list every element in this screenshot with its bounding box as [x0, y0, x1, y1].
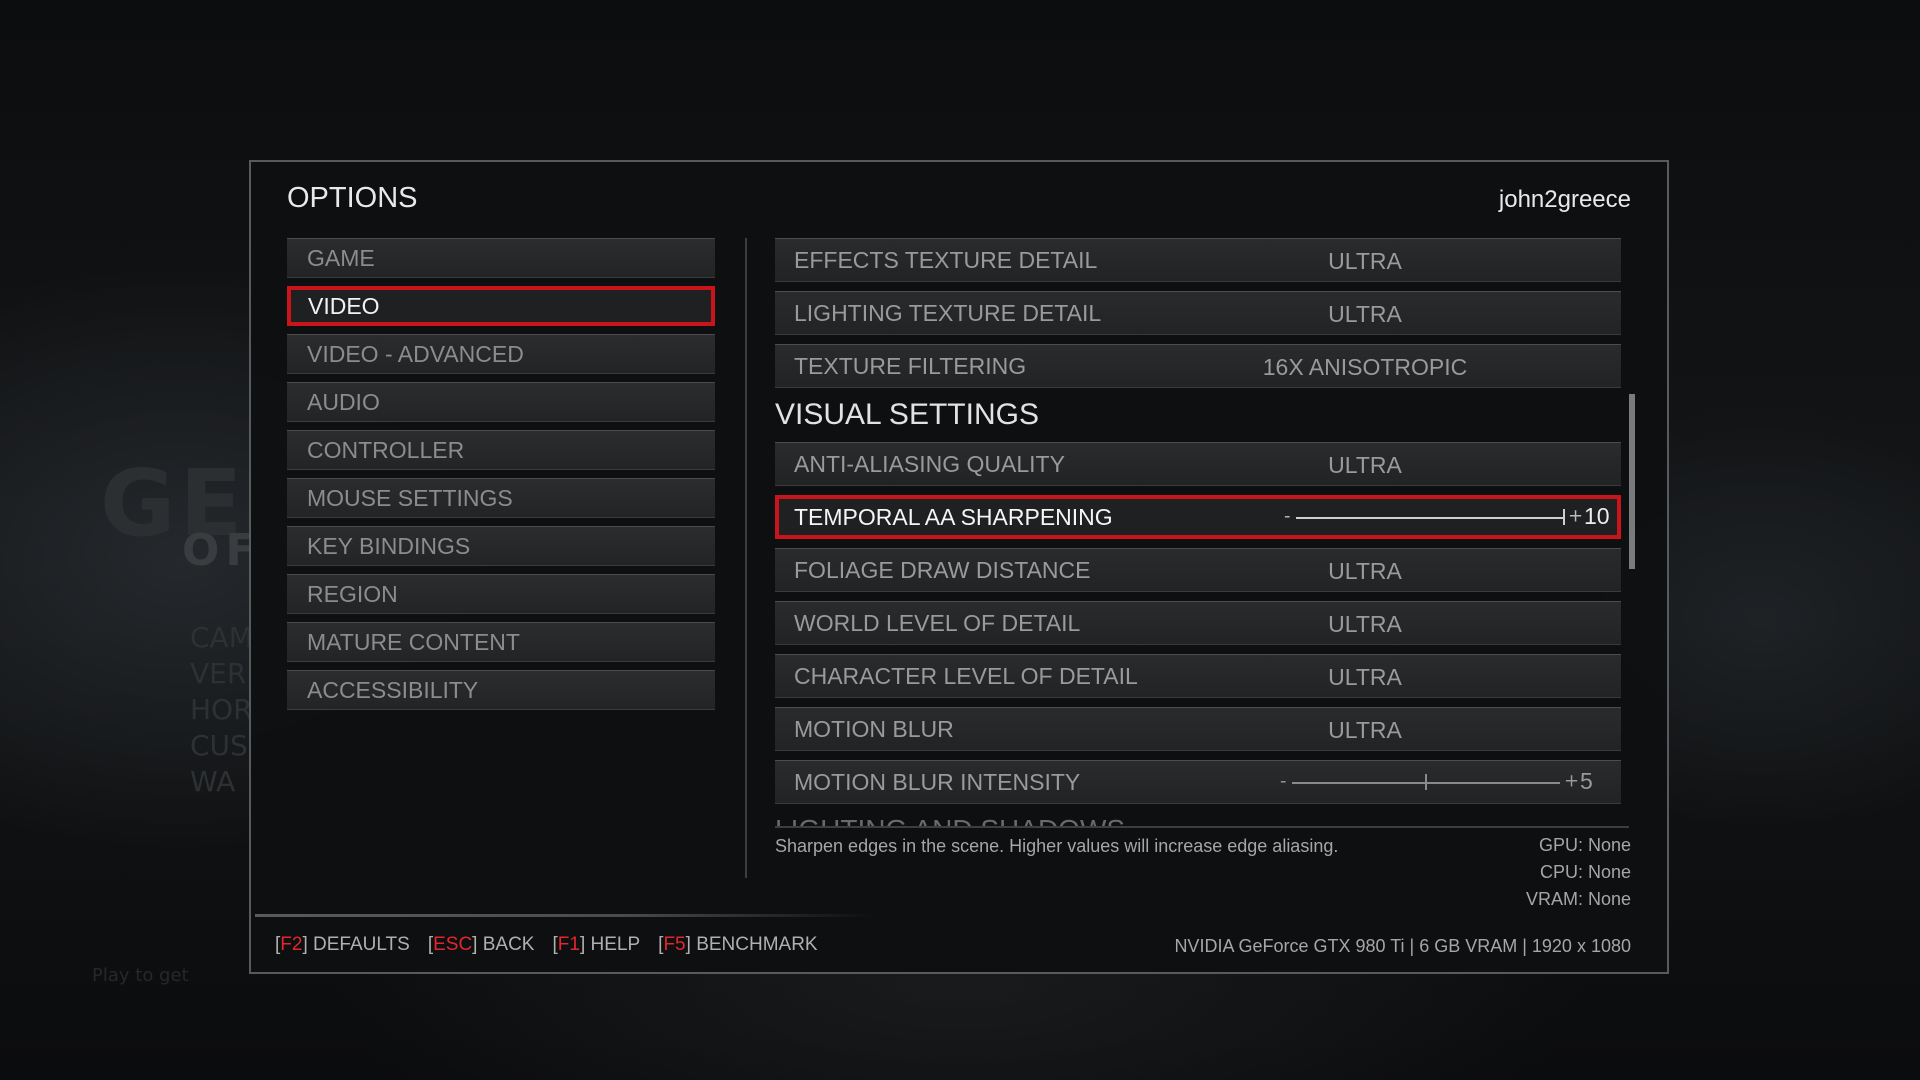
setting-label: CHARACTER LEVEL OF DETAIL	[794, 663, 1138, 689]
settings-list: VISUAL SETTINGS LIGHTING AND SHADOWS EFF…	[775, 238, 1623, 828]
setting-label: LIGHTING TEXTURE DETAIL	[794, 300, 1102, 326]
vertical-divider	[745, 238, 747, 878]
category-game[interactable]: GAME	[287, 238, 715, 278]
hotkey-label: BACK	[482, 934, 535, 955]
hotkey-defaults[interactable]: [F2] DEFAULTS	[275, 934, 410, 956]
setting-row-world-level-of-detail[interactable]: WORLD LEVEL OF DETAIL ULTRA	[775, 601, 1621, 645]
gpu-usage: GPU: None	[1538, 835, 1631, 855]
background-menu: CAM VER HOR CUS WA	[190, 621, 253, 798]
slider-value: 10	[1584, 502, 1610, 529]
bracket-close: ]	[302, 934, 308, 955]
setting-description: Sharpen edges in the scene. Higher value…	[775, 836, 1339, 856]
background-footer-text: Play to get	[92, 965, 189, 986]
bracket-close: ]	[685, 934, 691, 955]
cpu-usage: CPU: None	[1539, 862, 1631, 882]
setting-value[interactable]: ULTRA	[1175, 549, 1555, 593]
setting-value[interactable]: ULTRA	[1175, 239, 1555, 283]
category-audio[interactable]: AUDIO	[287, 382, 715, 422]
setting-label: TEXTURE FILTERING	[794, 353, 1027, 379]
slider-increase-icon[interactable]: +	[1568, 505, 1583, 526]
footer-divider	[255, 914, 875, 917]
hotkey-key: F5	[663, 934, 686, 955]
category-region[interactable]: REGION	[287, 574, 715, 614]
slider-increase-icon[interactable]: +	[1564, 770, 1579, 791]
slider-decrease-icon[interactable]: -	[1280, 770, 1287, 791]
hotkey-key: ESC	[433, 934, 473, 955]
setting-label: EFFECTS TEXTURE DETAIL	[794, 247, 1098, 273]
horizontal-divider	[775, 826, 1629, 828]
category-list: GAME VIDEO VIDEO - ADVANCED AUDIO CONTROLLER…	[287, 238, 715, 718]
setting-row-effects-texture-detail[interactable]: EFFECTS TEXTURE DETAIL ULTRA	[775, 238, 1621, 282]
setting-label: MOTION BLUR	[794, 716, 954, 742]
setting-label: TEMPORAL AA SHARPENING	[794, 504, 1113, 530]
setting-value[interactable]: ULTRA	[1175, 602, 1555, 646]
setting-row-temporal-aa-sharpening[interactable]: TEMPORAL AA SHARPENING - +10	[775, 495, 1621, 539]
slider-handle[interactable]	[1425, 774, 1427, 790]
key-hints: [F2] DEFAULTS [ESC] BACK [F1] HELP [F5] BEN…	[275, 934, 836, 956]
slider-track[interactable]	[1296, 517, 1564, 519]
setting-row-texture-filtering[interactable]: TEXTURE FILTERING 16X ANISOTROPIC	[775, 344, 1621, 388]
category-video-advanced[interactable]: VIDEO - ADVANCED	[287, 334, 715, 374]
setting-row-lighting-texture-detail[interactable]: LIGHTING TEXTURE DETAIL ULTRA	[775, 291, 1621, 335]
setting-row-motion-blur[interactable]: MOTION BLUR ULTRA	[775, 707, 1621, 751]
page-title: OPTIONS	[287, 182, 418, 214]
hotkey-label: HELP	[590, 934, 641, 955]
slider-decrease-icon[interactable]: -	[1284, 505, 1291, 526]
category-controller[interactable]: CONTROLLER	[287, 430, 715, 470]
setting-label: ANTI-ALIASING QUALITY	[794, 451, 1065, 477]
setting-value[interactable]: ULTRA	[1175, 655, 1555, 699]
setting-slider[interactable]: - +10	[1284, 499, 1614, 535]
hotkey-key: F2	[280, 934, 303, 955]
hotkey-back[interactable]: [ESC] BACK	[428, 934, 535, 956]
setting-value[interactable]: ULTRA	[1175, 708, 1555, 752]
category-key-bindings[interactable]: KEY BINDINGS	[287, 526, 715, 566]
setting-value[interactable]: 16X ANISOTROPIC	[1175, 345, 1555, 389]
setting-row-motion-blur-intensity[interactable]: MOTION BLUR INTENSITY - +5	[775, 760, 1621, 804]
setting-label: MOTION BLUR INTENSITY	[794, 769, 1081, 795]
hotkey-benchmark[interactable]: [F5] BENCHMARK	[658, 934, 817, 956]
options-dialog: OPTIONS john2greece GAME VIDEO VIDEO - ADV…	[249, 160, 1669, 974]
bracket-close: ]	[579, 934, 586, 955]
section-heading-visual-settings: VISUAL SETTINGS	[775, 398, 1039, 431]
setting-row-foliage-draw-distance[interactable]: FOLIAGE DRAW DISTANCE ULTRA	[775, 548, 1621, 592]
vram-usage: VRAM: None	[1525, 889, 1631, 909]
setting-slider[interactable]: - +5	[1280, 761, 1610, 803]
setting-row-anti-aliasing-quality[interactable]: ANTI-ALIASING QUALITY ULTRA	[775, 442, 1621, 486]
setting-row-character-level-of-detail[interactable]: CHARACTER LEVEL OF DETAIL ULTRA	[775, 654, 1621, 698]
setting-value[interactable]: ULTRA	[1175, 292, 1555, 336]
hotkey-label: DEFAULTS	[313, 934, 410, 955]
hotkey-help[interactable]: [F1] HELP	[552, 934, 640, 956]
settings-scrollbar[interactable]	[1629, 394, 1635, 569]
setting-label: WORLD LEVEL OF DETAIL	[794, 610, 1081, 636]
setting-value[interactable]: ULTRA	[1175, 443, 1555, 487]
category-mouse-settings[interactable]: MOUSE SETTINGS	[287, 478, 715, 518]
hardware-usage: GPU: None CPU: None VRAM: None	[1526, 832, 1631, 913]
category-video[interactable]: VIDEO	[287, 286, 715, 326]
setting-label: FOLIAGE DRAW DISTANCE	[794, 557, 1091, 583]
slider-handle[interactable]	[1563, 509, 1565, 525]
category-mature-content[interactable]: MATURE CONTENT	[287, 622, 715, 662]
hotkey-key: F1	[557, 934, 580, 955]
slider-value: 5	[1580, 767, 1593, 794]
category-accessibility[interactable]: ACCESSIBILITY	[287, 670, 715, 710]
gpu-info: NVIDIA GeForce GTX 980 Ti | 6 GB VRAM | …	[1174, 936, 1631, 956]
bracket-close: ]	[472, 934, 478, 955]
hotkey-label: BENCHMARK	[696, 934, 818, 955]
username: john2greece	[1498, 186, 1631, 213]
